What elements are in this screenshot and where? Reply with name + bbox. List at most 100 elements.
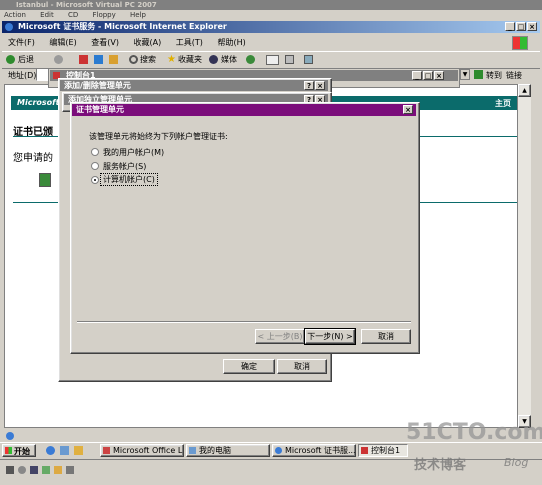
edit-icon[interactable] xyxy=(304,55,313,64)
taskbar-item-mycomputer[interactable]: 我的电脑 xyxy=(186,444,270,457)
banner-left: Microsoft xyxy=(17,98,60,107)
console-close-button[interactable]: × xyxy=(434,71,444,80)
certificate-icon[interactable] xyxy=(39,173,51,187)
stop-icon[interactable] xyxy=(79,55,88,64)
start-logo-icon xyxy=(5,447,12,454)
vpc-disk-icon xyxy=(6,466,14,474)
option-service-account-label[interactable]: 服务帐户(S) xyxy=(103,161,146,172)
vpc-settings-icon xyxy=(66,466,74,474)
cancel-button[interactable]: 取消 xyxy=(361,329,411,344)
vpc-title: Istanbul - Microsoft Virtual PC 2007 xyxy=(16,1,157,9)
vpc-menu-help[interactable]: Help xyxy=(130,11,146,19)
vpc-titlebar: Istanbul - Microsoft Virtual PC 2007 xyxy=(0,0,542,10)
back-arrow-icon[interactable] xyxy=(6,55,15,64)
go-button[interactable]: 转到 xyxy=(486,70,502,81)
ie-title: Microsoft 证书服务 - Microsoft Internet Expl… xyxy=(18,22,227,31)
cert-snapin-titlebar: 证书管理单元 × xyxy=(72,104,416,116)
add-remove-titlebar: 添加/删除管理单元 ? × xyxy=(60,80,328,91)
page-text: 您申请的 xyxy=(13,153,53,164)
vpc-floppy-icon xyxy=(30,466,38,474)
vpc-menubar: Action Edit CD Floppy Help xyxy=(4,10,158,21)
vpc-menu-cd[interactable]: CD xyxy=(68,11,78,19)
refresh-icon[interactable] xyxy=(94,55,103,64)
taskbar-item-certservices[interactable]: Microsoft 证书服... xyxy=(272,444,356,457)
quicklaunch-ie-icon[interactable] xyxy=(46,446,55,455)
vpc-cd-icon xyxy=(18,466,26,474)
add-remove-title: 添加/删除管理单元 xyxy=(64,81,131,90)
option-computer-account-radio[interactable] xyxy=(91,176,99,184)
console-taskbar-icon xyxy=(361,447,368,454)
favorites-label[interactable]: 收藏夹 xyxy=(178,54,202,65)
watermark-sub: 技术博客 xyxy=(414,458,467,473)
cert-prompt: 该管理单元将始终为下列帐户管理证书: xyxy=(89,132,228,141)
ie-menu-tools[interactable]: 工具(T) xyxy=(176,38,203,47)
separator xyxy=(77,321,411,323)
outer-cancel-button[interactable]: 取消 xyxy=(277,359,327,374)
vpc-menu-floppy[interactable]: Floppy xyxy=(92,11,115,19)
search-label[interactable]: 搜索 xyxy=(140,54,156,65)
start-button[interactable]: 开始 xyxy=(2,444,36,457)
ie-taskbar-icon xyxy=(275,447,282,454)
taskbar-item-office[interactable]: Microsoft Office Li... xyxy=(100,444,184,457)
address-label: 地址(D) xyxy=(8,71,37,80)
quicklaunch-outlook-icon[interactable] xyxy=(74,446,83,455)
add-remove-close-button[interactable]: × xyxy=(315,81,325,90)
watermark-main: 51CTO.com xyxy=(406,420,542,445)
home-icon[interactable] xyxy=(109,55,118,64)
scroll-up-icon[interactable]: ▲ xyxy=(518,84,531,97)
computer-icon xyxy=(189,447,196,454)
option-computer-account-label[interactable]: 计算机帐户(C) xyxy=(100,173,158,186)
ie-menu-favorites[interactable]: 收藏(A) xyxy=(134,38,162,47)
maximize-button[interactable]: □ xyxy=(516,22,526,31)
links-label[interactable]: 链接 xyxy=(506,70,522,81)
ie-menu-help[interactable]: 帮助(H) xyxy=(217,38,245,47)
office-icon xyxy=(103,447,110,454)
vpc-folder-icon xyxy=(54,466,62,474)
taskbar-item-certservices-label: Microsoft 证书服... xyxy=(285,446,356,455)
option-service-account-radio[interactable] xyxy=(91,162,99,170)
print-icon[interactable] xyxy=(285,55,294,64)
add-remove-help-button[interactable]: ? xyxy=(304,81,314,90)
ok-button[interactable]: 确定 xyxy=(223,359,275,374)
history-icon[interactable] xyxy=(246,55,255,64)
console-maximize-button[interactable]: □ xyxy=(423,71,433,80)
ie-status-icon xyxy=(6,432,14,440)
quicklaunch-desktop-icon[interactable] xyxy=(60,446,69,455)
go-arrow-icon[interactable] xyxy=(474,70,483,79)
next-button[interactable]: 下一步(N) > xyxy=(304,328,356,345)
ie-icon xyxy=(5,23,13,31)
banner-home-link[interactable]: 主页 xyxy=(495,98,511,109)
vertical-scrollbar[interactable]: ▲ ▼ xyxy=(518,84,531,428)
console-minimize-button[interactable]: _ xyxy=(412,71,422,80)
ie-menu-view[interactable]: 查看(V) xyxy=(91,38,119,47)
favorites-star-icon[interactable]: ★ xyxy=(167,54,176,65)
watermark: 51CTO.com 技术博客 Blog xyxy=(400,418,542,482)
media-icon[interactable] xyxy=(209,55,218,64)
taskbar-item-mycomputer-label: 我的电脑 xyxy=(199,446,231,455)
media-label[interactable]: 媒体 xyxy=(221,54,237,65)
option-user-account-label[interactable]: 我的用户帐户(M) xyxy=(103,147,164,158)
forward-arrow-icon[interactable] xyxy=(54,55,63,64)
ie-menu-file[interactable]: 文件(F) xyxy=(8,38,35,47)
option-user-account-radio[interactable] xyxy=(91,148,99,156)
cert-snapin-close-button[interactable]: × xyxy=(403,105,413,114)
ie-toolbar: 后退 搜索 ★ 收藏夹 媒体 xyxy=(2,51,540,69)
minimize-button[interactable]: _ xyxy=(505,22,515,31)
cert-snapin-dialog: 证书管理单元 × 该管理单元将始终为下列帐户管理证书: 我的用户帐户(M) 服务… xyxy=(70,102,420,354)
start-label: 开始 xyxy=(14,447,30,456)
close-button[interactable]: × xyxy=(527,22,537,31)
vpc-network-icon xyxy=(42,466,50,474)
vpc-menu-action[interactable]: Action xyxy=(4,11,26,19)
watermark-blog: Blog xyxy=(504,456,529,469)
search-icon[interactable] xyxy=(129,55,138,64)
back-button-label[interactable]: 后退 xyxy=(18,54,34,65)
ie-titlebar: Microsoft 证书服务 - Microsoft Internet Expl… xyxy=(2,21,540,33)
cert-snapin-title: 证书管理单元 xyxy=(76,105,124,114)
mail-icon[interactable] xyxy=(266,55,279,65)
windows-logo-icon xyxy=(512,36,528,50)
dropdown-arrow-icon[interactable]: ▼ xyxy=(460,69,470,80)
ie-menubar: 文件(F) 编辑(E) 查看(V) 收藏(A) 工具(T) 帮助(H) xyxy=(8,37,258,49)
back-button[interactable]: < 上一步(B) xyxy=(255,329,305,344)
vpc-menu-edit[interactable]: Edit xyxy=(40,11,54,19)
ie-menu-edit[interactable]: 编辑(E) xyxy=(49,38,76,47)
